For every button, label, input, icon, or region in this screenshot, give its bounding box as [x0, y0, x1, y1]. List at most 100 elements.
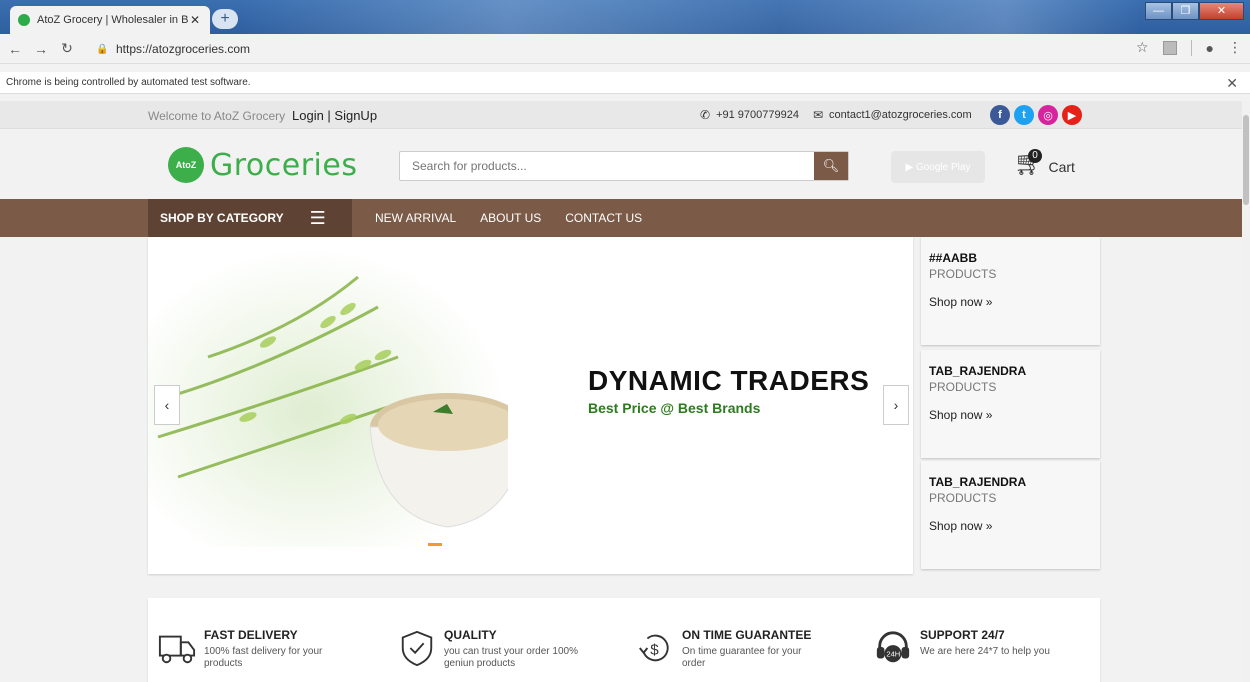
phone-icon: ✆	[700, 108, 711, 122]
slide-tagline: Best Price @ Best Brands	[588, 400, 761, 416]
scrollbar-thumb[interactable]	[1243, 115, 1249, 205]
slider-prev-button[interactable]: ‹	[154, 385, 180, 425]
slide-image	[157, 275, 508, 528]
search-button[interactable]: 🔍︎	[814, 152, 848, 180]
svg-text:$: $	[650, 642, 659, 659]
slider-next-button[interactable]: ›	[883, 385, 909, 425]
window-controls: — ❐ ✕	[1145, 2, 1244, 20]
automation-infobar: Chrome is being controlled by automated …	[0, 72, 1250, 94]
google-play-label: Google Play	[915, 161, 971, 173]
browser-tab[interactable]: AtoZ Grocery | Wholesaler in Ban ✕	[10, 6, 210, 34]
feature-title: SUPPORT 24/7	[920, 628, 1005, 642]
maximize-button[interactable]: ❐	[1172, 2, 1199, 20]
page-scrollbar[interactable]	[1242, 101, 1250, 682]
infobar-close-icon[interactable]: ✕	[1226, 72, 1238, 94]
lock-icon: 🔒	[96, 43, 109, 55]
shop-by-category-button[interactable]: SHOP BY CATEGORY ☰	[148, 199, 352, 237]
social-links: f t ◎ ▶	[990, 105, 1082, 125]
hero-slider: ‹ › DYNAMIC TRADERS Best Price @ Best Br…	[148, 237, 913, 574]
new-tab-button[interactable]: +	[212, 9, 238, 29]
cart-count-badge: 0	[1028, 149, 1042, 163]
titlebar-glass	[240, 0, 1140, 34]
tab-close-icon[interactable]: ✕	[188, 13, 202, 27]
category-label: SHOP BY CATEGORY	[160, 211, 284, 225]
svg-text:24H: 24H	[886, 650, 900, 659]
tab-title: AtoZ Grocery | Wholesaler in Ban	[37, 14, 188, 26]
shop-now-link[interactable]: Shop now »	[929, 519, 1092, 533]
toolbar-right: ☆ ● ⋮	[1136, 39, 1242, 56]
hamburger-icon: ☰	[309, 207, 326, 228]
feature-title: QUALITY	[444, 628, 497, 642]
instagram-icon[interactable]: ◎	[1038, 105, 1058, 125]
site-header: AtoZ Groceries 🔍︎ ▶ Google Play 🛒︎0 Cart	[0, 129, 1242, 201]
nav-links: NEW ARRIVAL ABOUT US CONTACT US	[375, 199, 642, 237]
infobar-text: Chrome is being controlled by automated …	[6, 77, 251, 88]
side-card: ##AABB PRODUCTS Shop now »	[921, 237, 1100, 345]
twitter-icon[interactable]: t	[1014, 105, 1034, 125]
cart-icon: 🛒︎ 0	[1014, 149, 1045, 177]
feature-desc: On time guarantee for your order	[682, 646, 802, 669]
cart-label: Cart	[1048, 159, 1075, 175]
search-icon: 🔍︎	[822, 158, 840, 173]
side-card-sub: PRODUCTS	[929, 380, 997, 394]
features-strip: FAST DELIVERY 100% fast delivery for you…	[148, 598, 1100, 682]
toolbar-divider	[1190, 39, 1192, 56]
shop-now-link[interactable]: Shop now »	[929, 295, 1092, 309]
feature-desc: We are here 24*7 to help you	[920, 646, 1050, 657]
slide-headline: DYNAMIC TRADERS	[588, 365, 870, 396]
truck-icon	[158, 635, 196, 664]
slider-indicator[interactable]	[428, 543, 442, 546]
url-text: https://atozgroceries.com	[116, 42, 251, 56]
side-card-name: TAB_RAJENDRA	[929, 364, 1027, 378]
phone-number: +91 9700779924	[716, 109, 799, 121]
email-address[interactable]: contact1@atozgroceries.com	[829, 109, 972, 121]
star-icon[interactable]: ☆	[1136, 39, 1149, 56]
close-window-button[interactable]: ✕	[1199, 2, 1244, 20]
menu-icon[interactable]: ⋮	[1228, 39, 1242, 56]
dollar-cycle-icon: $	[639, 634, 669, 662]
side-card: TAB_RAJENDRA PRODUCTS Shop now »	[921, 350, 1100, 458]
forward-icon[interactable]: →	[30, 41, 52, 57]
feature-support: 24H SUPPORT 24/7 We are here 24*7 to hel…	[874, 628, 1060, 668]
side-card: TAB_RAJENDRA PRODUCTS Shop now »	[921, 461, 1100, 569]
feature-desc: 100% fast delivery for your products	[204, 646, 323, 669]
profile-icon[interactable]: ●	[1206, 40, 1214, 56]
side-card-sub: PRODUCTS	[929, 491, 997, 505]
contact-info: ✆ +91 9700779924 ✉ contact1@atozgrocerie…	[700, 108, 972, 122]
youtube-icon[interactable]: ▶	[1062, 105, 1082, 125]
feature-fast-delivery: FAST DELIVERY 100% fast delivery for you…	[158, 628, 344, 670]
nav-about-us[interactable]: ABOUT US	[480, 211, 541, 225]
page: Welcome to AtoZ Grocery Login | SignUp ✆…	[0, 101, 1242, 682]
logo-wordmark: Groceries	[210, 147, 358, 183]
reload-icon[interactable]: ↻	[56, 40, 78, 57]
omnibox[interactable]: 🔒 https://atozgroceries.com	[96, 37, 1126, 61]
feature-title: ON TIME GUARANTEE	[682, 628, 812, 642]
shop-now-link[interactable]: Shop now »	[929, 408, 1092, 422]
facebook-icon[interactable]: f	[990, 105, 1010, 125]
minimize-button[interactable]: —	[1145, 2, 1172, 20]
side-card-name: ##AABB	[929, 251, 978, 265]
cart-button[interactable]: 🛒︎ 0 Cart	[1014, 149, 1075, 177]
mail-icon: ✉	[812, 108, 824, 122]
login-signup-link[interactable]: Login | SignUp	[292, 108, 377, 123]
welcome-text: Welcome to AtoZ Grocery	[148, 109, 286, 123]
main-nav: SHOP BY CATEGORY ☰ NEW ARRIVAL ABOUT US …	[0, 199, 1242, 237]
google-play-badge[interactable]: ▶ Google Play	[891, 151, 985, 183]
favicon-icon	[18, 14, 30, 26]
nav-contact-us[interactable]: CONTACT US	[565, 211, 642, 225]
play-icon: ▶	[905, 161, 916, 173]
shield-check-icon	[401, 630, 433, 667]
search-input[interactable]	[400, 152, 814, 180]
browser-titlebar: AtoZ Grocery | Wholesaler in Ban ✕ + — ❐…	[0, 0, 1250, 34]
extension-icon[interactable]	[1162, 40, 1177, 55]
search-box: 🔍︎	[399, 151, 849, 181]
side-card-sub: PRODUCTS	[929, 267, 997, 281]
back-icon[interactable]: ←	[4, 41, 26, 57]
feature-on-time: $ ON TIME GUARANTEE On time guarantee fo…	[636, 628, 822, 670]
nav-new-arrival[interactable]: NEW ARRIVAL	[375, 211, 456, 225]
feature-quality: QUALITY you can trust your order 100% ge…	[398, 628, 584, 670]
feature-title: FAST DELIVERY	[204, 628, 298, 642]
site-logo[interactable]: AtoZ Groceries	[168, 147, 357, 183]
feature-desc: you can trust your order 100% geniun pro…	[444, 646, 578, 669]
top-strip: Welcome to AtoZ Grocery Login | SignUp ✆…	[0, 101, 1242, 129]
